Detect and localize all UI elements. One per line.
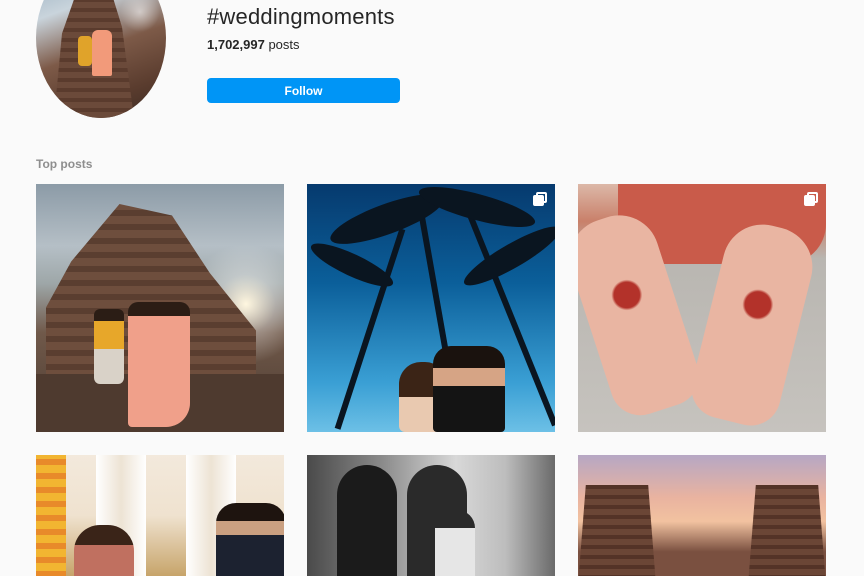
hashtag-avatar (36, 0, 166, 118)
post-tile-5[interactable] (307, 455, 555, 576)
post-tile-6[interactable] (578, 455, 826, 576)
post-count-value: 1,702,997 (207, 37, 265, 52)
post-tile-3[interactable] (578, 184, 826, 432)
hashtag-title: #weddingmoments (207, 4, 395, 29)
follow-button[interactable]: Follow (207, 78, 400, 103)
carousel-icon (533, 192, 547, 206)
carousel-icon (804, 192, 818, 206)
post-count: 1,702,997 posts (207, 37, 300, 52)
post-tile-2[interactable] (307, 184, 555, 432)
post-count-suffix: posts (264, 37, 300, 52)
top-posts-label: Top posts (36, 157, 93, 171)
post-tile-4[interactable] (36, 455, 284, 576)
post-tile-1[interactable] (36, 184, 284, 432)
